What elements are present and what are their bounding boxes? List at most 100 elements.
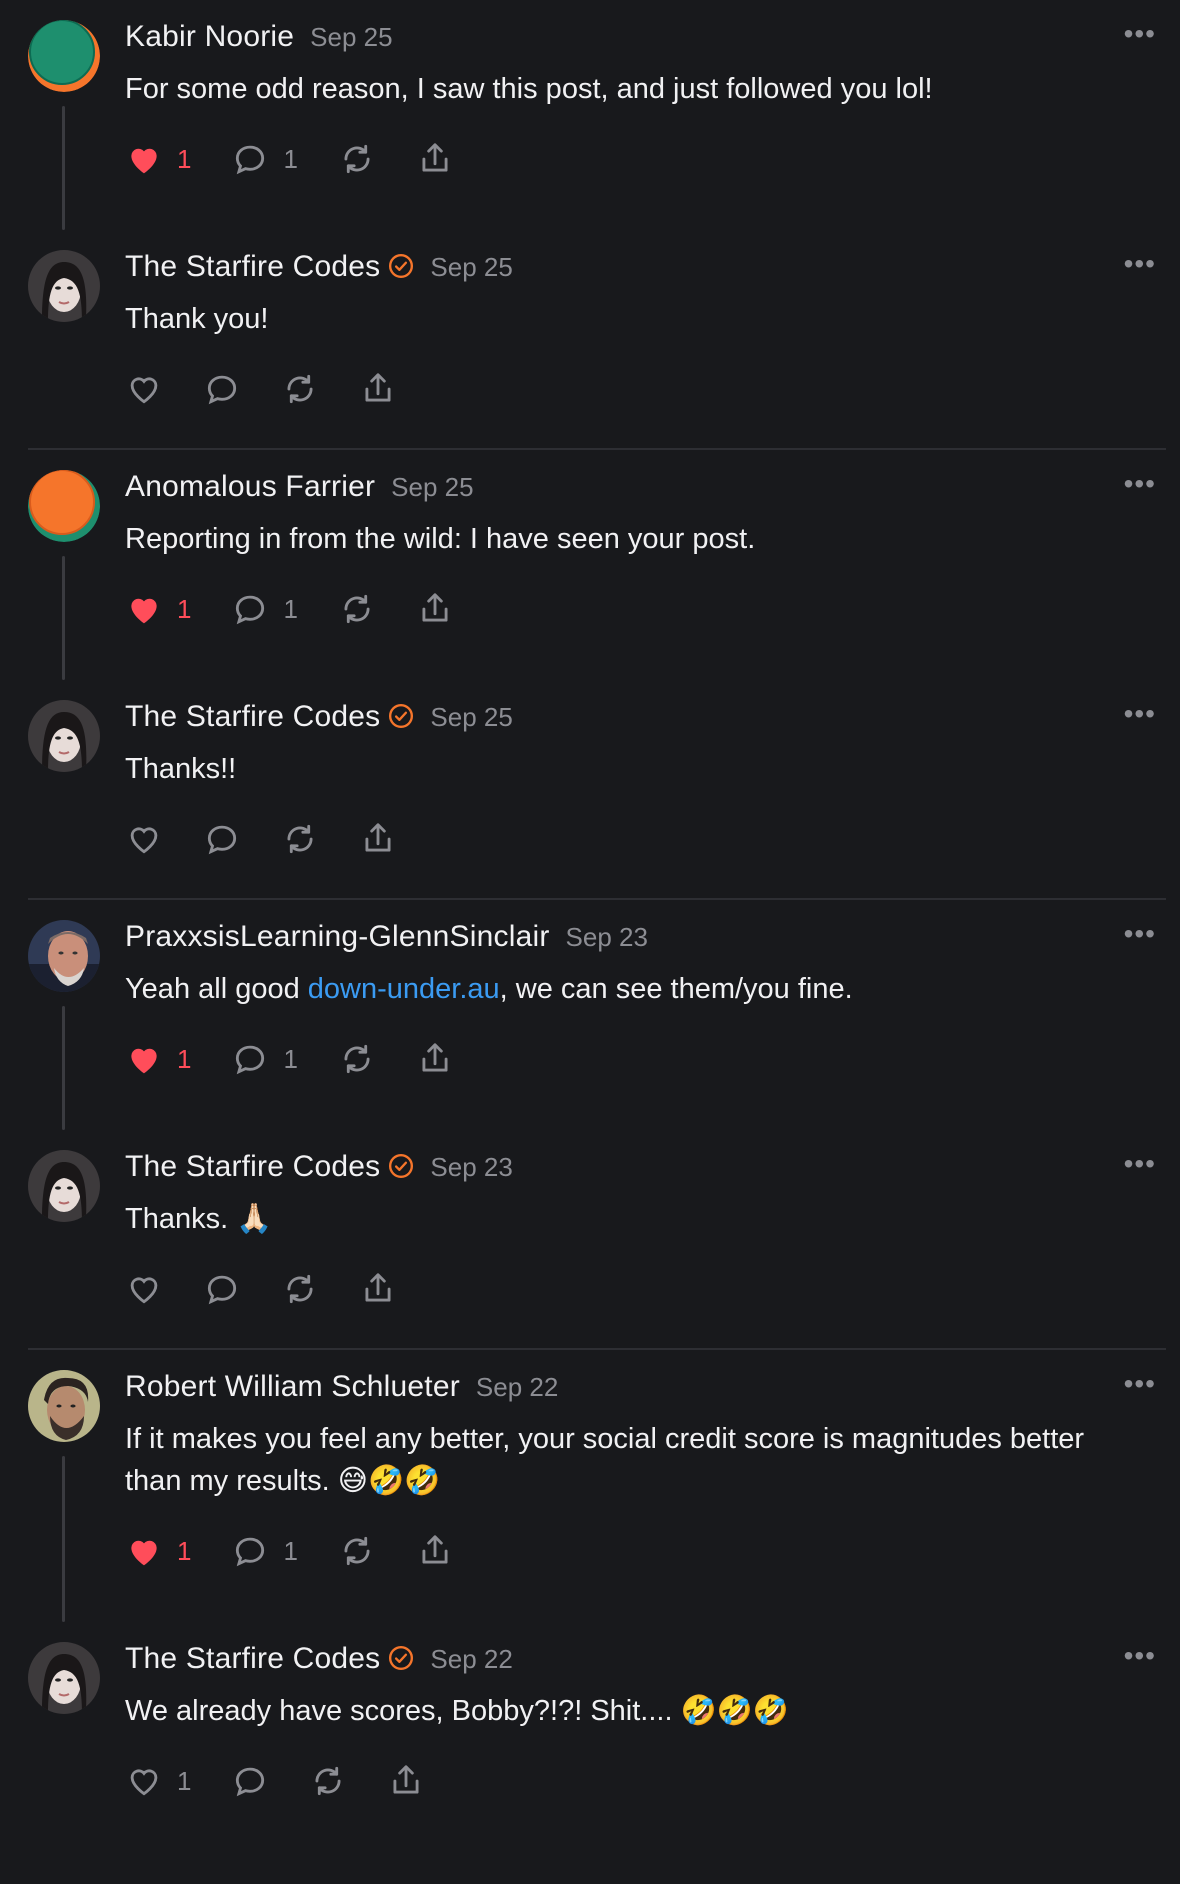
post-date: Sep 23	[565, 922, 648, 952]
repost-icon	[287, 374, 313, 404]
more-options-button[interactable]: •••	[1124, 918, 1156, 950]
share-button[interactable]	[387, 1762, 425, 1800]
repost-button[interactable]	[338, 1040, 376, 1078]
repost-button[interactable]	[281, 370, 319, 408]
comment: The Starfire Codes Sep 25 ••• Thank you!	[0, 234, 1180, 448]
repost-button[interactable]	[281, 1270, 319, 1308]
reply-button[interactable]: 1	[231, 590, 298, 628]
mention-link[interactable]: down-under.au	[308, 973, 500, 1005]
avatar[interactable]	[28, 20, 100, 92]
author-name[interactable]: The Starfire Codes	[125, 1642, 380, 1676]
post-date: Sep 22	[430, 1644, 513, 1674]
repost-button[interactable]	[309, 1762, 347, 1800]
comment-feed: Kabir Noorie Sep 25 ••• For some odd rea…	[0, 0, 1180, 1840]
author-name[interactable]: Kabir Noorie	[125, 20, 294, 54]
heart-icon	[130, 1277, 158, 1304]
like-button[interactable]	[125, 820, 163, 858]
share-button[interactable]	[359, 820, 397, 858]
heart-filled-icon	[131, 1048, 157, 1074]
share-icon	[422, 1043, 448, 1072]
post-date: Sep 25	[391, 472, 474, 502]
author-name[interactable]: The Starfire Codes	[125, 1150, 380, 1184]
comment-text: Yeah all good down-under.au, we can see …	[125, 968, 1160, 1010]
repost-button[interactable]	[338, 590, 376, 628]
share-button[interactable]	[416, 590, 454, 628]
avatar[interactable]	[28, 700, 100, 772]
author-name[interactable]: The Starfire Codes	[125, 250, 380, 284]
heart-icon	[130, 377, 158, 404]
more-options-button[interactable]: •••	[1124, 468, 1156, 500]
share-button[interactable]	[359, 1270, 397, 1308]
more-options-button[interactable]: •••	[1124, 1148, 1156, 1180]
like-button[interactable]	[125, 1270, 163, 1308]
repost-icon	[344, 1044, 370, 1074]
action-bar: 1 1	[125, 1526, 1160, 1576]
repost-icon	[287, 824, 313, 854]
thread-line	[62, 106, 65, 230]
comment-text: Thanks!!	[125, 753, 237, 785]
post-date: Sep 25	[430, 252, 513, 282]
share-icon	[365, 823, 391, 852]
like-button[interactable]: 1	[125, 590, 191, 628]
avatar[interactable]	[28, 1150, 100, 1222]
repost-button[interactable]	[338, 1532, 376, 1570]
repost-button[interactable]	[338, 140, 376, 178]
share-button[interactable]	[359, 370, 397, 408]
action-bar	[125, 1264, 1160, 1314]
more-options-button[interactable]: •••	[1124, 248, 1156, 280]
reply-button[interactable]: 1	[231, 1532, 298, 1570]
reply-button[interactable]	[203, 820, 241, 858]
share-icon	[365, 1273, 391, 1302]
comment-text-end: , we can see them/you fine.	[499, 973, 853, 1005]
reply-button[interactable]	[203, 370, 241, 408]
comment-icon	[236, 1045, 265, 1075]
share-button[interactable]	[416, 140, 454, 178]
action-bar	[125, 814, 1160, 864]
more-options-button[interactable]: •••	[1124, 1640, 1156, 1672]
verified-badge-icon	[389, 253, 414, 279]
share-icon	[422, 143, 448, 172]
action-bar: 1 1	[125, 134, 1160, 184]
comment-text: If it makes you feel any better, your so…	[125, 1423, 1085, 1497]
more-options-button[interactable]: •••	[1124, 698, 1156, 730]
more-options-button[interactable]: •••	[1124, 1368, 1156, 1400]
reply-button[interactable]: 1	[231, 1040, 298, 1078]
author-name[interactable]: Robert William Schlueter	[125, 1370, 460, 1404]
thread-line	[62, 1456, 65, 1622]
comment-text: We already have scores, Bobby?!?! Shit..…	[125, 1695, 789, 1727]
avatar[interactable]	[28, 470, 100, 542]
repost-button[interactable]	[281, 820, 319, 858]
comment: The Starfire Codes Sep 23 ••• Thanks. 🙏🏻	[0, 1134, 1180, 1348]
reply-count: 1	[283, 1043, 298, 1074]
post-date: Sep 25	[310, 22, 393, 52]
author-name[interactable]: Anomalous Farrier	[125, 470, 375, 504]
share-button[interactable]	[416, 1532, 454, 1570]
like-button[interactable]	[125, 370, 163, 408]
comment-icon	[236, 1767, 265, 1797]
like-count: 1	[177, 1043, 192, 1074]
reply-button[interactable]	[231, 1762, 269, 1800]
avatar[interactable]	[28, 1642, 100, 1714]
like-button[interactable]: 1	[125, 1532, 191, 1570]
share-icon	[422, 593, 448, 622]
repost-icon	[344, 1536, 370, 1566]
author-name[interactable]: PraxxsisLearning-GlennSinclair	[125, 920, 550, 954]
avatar[interactable]	[28, 1370, 100, 1442]
comment-icon	[236, 1537, 265, 1567]
like-button[interactable]: 1	[125, 1762, 191, 1800]
like-button[interactable]: 1	[125, 1040, 191, 1078]
comment-icon	[236, 595, 265, 625]
like-button[interactable]: 1	[125, 140, 191, 178]
avatar[interactable]	[28, 250, 100, 322]
comment-text: Thank you!	[125, 303, 269, 335]
share-button[interactable]	[416, 1040, 454, 1078]
avatar[interactable]	[28, 920, 100, 992]
comment-text: Reporting in from the wild: I have seen …	[125, 523, 756, 555]
heart-filled-icon	[131, 1540, 157, 1566]
author-name[interactable]: The Starfire Codes	[125, 700, 380, 734]
more-options-button[interactable]: •••	[1124, 18, 1156, 50]
reply-count: 1	[283, 593, 298, 624]
heart-filled-icon	[131, 148, 157, 174]
reply-button[interactable]: 1	[231, 140, 298, 178]
reply-button[interactable]	[203, 1270, 241, 1308]
